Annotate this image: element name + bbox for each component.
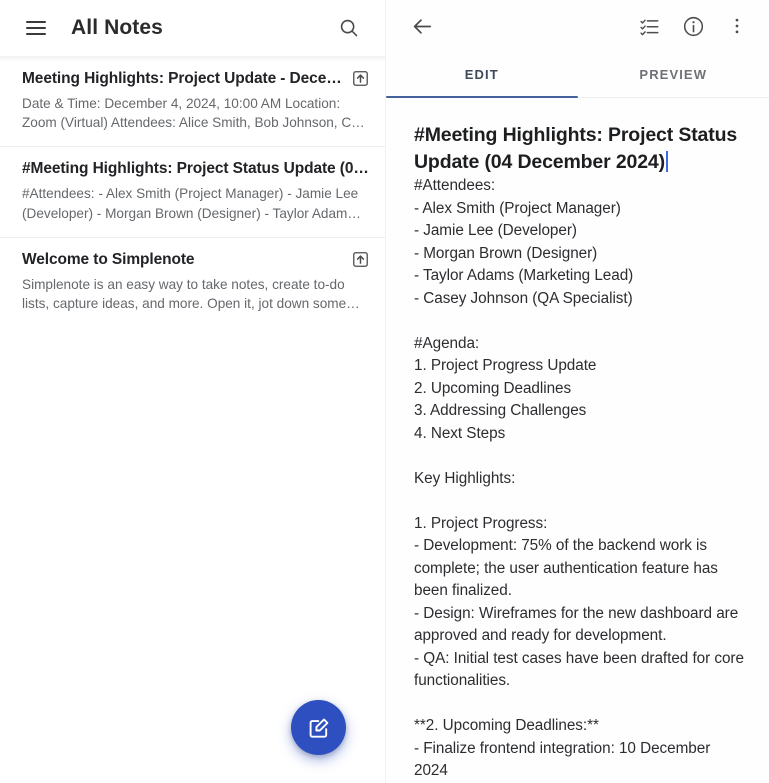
list-item[interactable]: Welcome to Simplenote Simplenote is an e…	[0, 236, 385, 328]
note-body-wrap: #Attendees: - Alex Smith (Project Manage…	[414, 175, 747, 782]
published-share-icon	[353, 251, 368, 267]
published-share-icon	[353, 71, 368, 86]
back-button[interactable]	[400, 4, 444, 48]
hamburger-menu-icon	[26, 21, 46, 35]
info-button[interactable]	[671, 4, 715, 48]
note-list: Meeting Highlights: Project Update - Dec…	[0, 56, 385, 328]
note-item-header: #Meeting Highlights: Project Status Upda…	[22, 159, 369, 179]
tab-preview[interactable]: PREVIEW	[578, 52, 769, 98]
search-button[interactable]	[327, 6, 371, 50]
note-title-line: #Meeting Highlights: Project Status Upda…	[414, 122, 747, 175]
note-title: Welcome to Simplenote	[22, 250, 195, 268]
note-preview: Simplenote is an easy way to take notes,…	[22, 276, 347, 311]
note-editor-title: #Meeting Highlights: Project Status Upda…	[414, 124, 738, 173]
hamburger-menu-button[interactable]	[14, 6, 58, 50]
checklist-button[interactable]	[627, 4, 671, 48]
note-list-toolbar: All Notes	[0, 0, 385, 62]
more-options-button[interactable]	[715, 4, 759, 48]
note-preview: #Attendees: - Alex Smith (Project Manage…	[22, 186, 361, 221]
simplenote-app: All Notes Meeting Highlights: Project Up…	[0, 0, 769, 783]
note-title: #Meeting Highlights: Project Status Upda…	[22, 160, 369, 178]
note-editor-body: #Attendees: - Alex Smith (Project Manage…	[414, 177, 744, 779]
editor-tabs: EDIT PREVIEW	[386, 52, 769, 98]
tab-edit[interactable]: EDIT	[386, 52, 578, 98]
page-title: All Notes	[71, 16, 163, 39]
info-circle-icon	[683, 16, 703, 36]
note-editor[interactable]: #Meeting Highlights: Project Status Upda…	[386, 98, 769, 783]
list-item[interactable]: #Meeting Highlights: Project Status Upda…	[0, 146, 385, 237]
note-item-header: Meeting Highlights: Project Update - Dec…	[22, 69, 369, 89]
checklist-icon	[639, 19, 658, 35]
note-preview: Date & Time: December 4, 2024, 10:00 AM …	[22, 95, 365, 131]
new-note-pencil-icon	[309, 718, 328, 738]
new-note-fab-button[interactable]	[291, 700, 346, 755]
note-editor-pane: EDIT PREVIEW #Meeting Highlights: Projec…	[385, 0, 769, 783]
editor-toolbar	[386, 0, 769, 52]
text-cursor	[665, 150, 668, 172]
note-item-header: Welcome to Simplenote	[22, 250, 369, 270]
more-vertical-icon	[735, 18, 739, 34]
note-list-pane: All Notes Meeting Highlights: Project Up…	[0, 0, 385, 783]
search-icon	[340, 19, 358, 37]
list-item[interactable]: Meeting Highlights: Project Update - Dec…	[0, 56, 385, 147]
note-title: Meeting Highlights: Project Update - Dec…	[22, 70, 342, 87]
back-arrow-icon	[413, 18, 431, 34]
